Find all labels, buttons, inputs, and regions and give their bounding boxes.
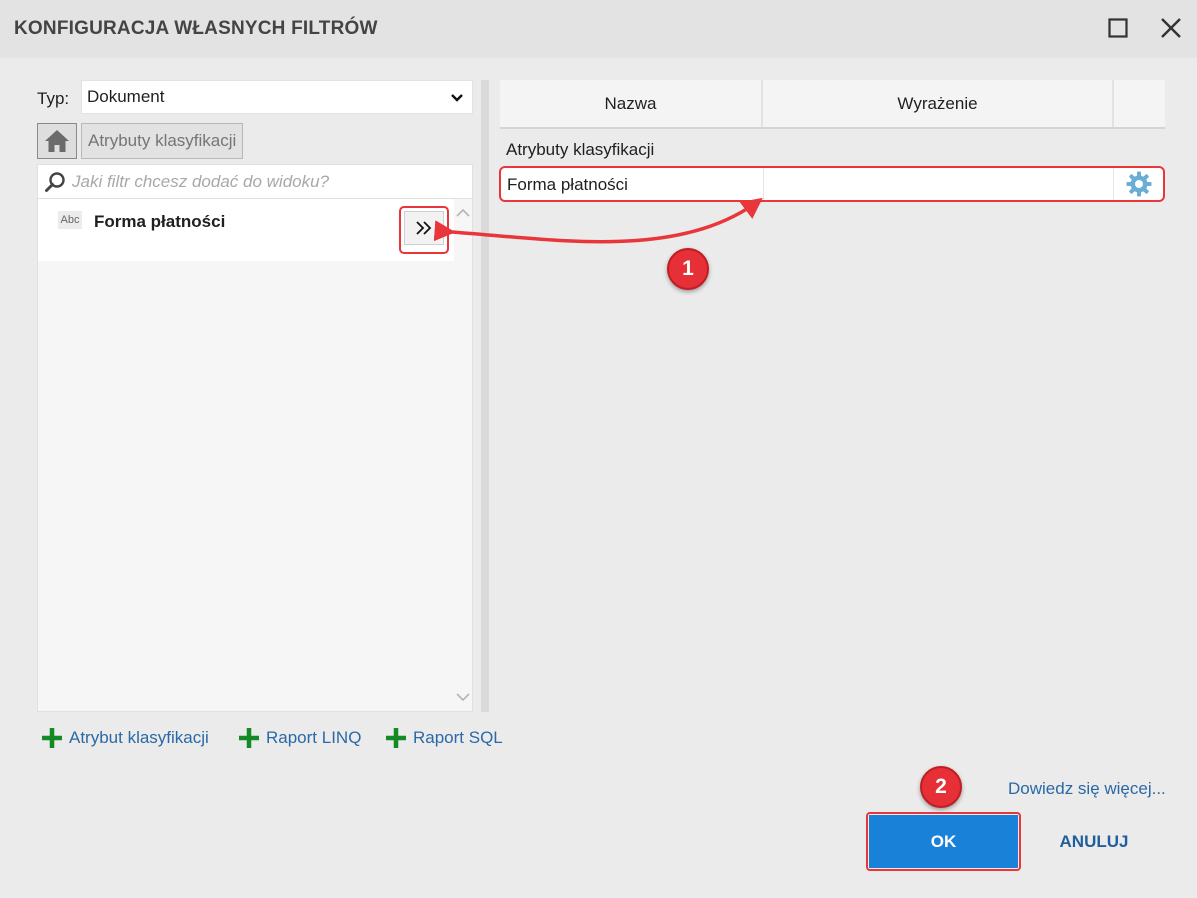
column-header-expression[interactable]: Wyrażenie — [763, 80, 1114, 127]
search-box[interactable] — [37, 164, 473, 199]
close-button[interactable] — [1155, 12, 1187, 44]
plus-icon — [238, 727, 260, 749]
cancel-button[interactable]: ANULUJ — [1040, 815, 1148, 868]
plus-icon — [385, 727, 407, 749]
type-label: Typ: — [37, 89, 70, 108]
learn-more-link[interactable]: Dowiedz się więcej... — [1008, 779, 1166, 799]
add-sql-report-link[interactable]: Raport SQL — [385, 726, 503, 750]
title-bar: KONFIGURACJA WŁASNYCH FILTRÓW — [0, 0, 1197, 58]
panel-splitter[interactable] — [481, 80, 489, 712]
chevron-down-icon — [451, 94, 463, 102]
window-title: KONFIGURACJA WŁASNYCH FILTRÓW — [14, 18, 378, 39]
scroll-up-button[interactable] — [455, 206, 471, 224]
add-linq-report-link[interactable]: Raport LINQ — [238, 726, 361, 750]
add-attribute-label: Atrybut klasyfikacji — [69, 728, 209, 747]
scroll-down-button[interactable] — [455, 690, 471, 708]
row-name-cell: Forma płatności — [507, 175, 628, 194]
annotation-badge: 2 — [920, 766, 962, 808]
add-sql-report-label: Raport SQL — [413, 728, 503, 747]
text-type-icon: Abc — [58, 211, 82, 229]
close-icon — [1161, 18, 1181, 38]
chevron-up-icon — [456, 208, 470, 217]
maximize-button[interactable] — [1102, 12, 1134, 44]
grid-group-label: Atrybuty klasyfikacji — [506, 140, 655, 159]
column-header-name[interactable]: Nazwa — [500, 80, 763, 127]
type-select-value: Dokument — [87, 87, 165, 106]
gear-icon — [1126, 171, 1152, 197]
list-item[interactable]: Abc Forma płatności — [38, 199, 454, 261]
list-item-label: Forma płatności — [94, 212, 226, 231]
table-row[interactable]: Forma płatności — [501, 168, 1163, 200]
chevron-down-icon — [456, 693, 470, 702]
plus-icon — [41, 727, 63, 749]
maximize-icon — [1108, 18, 1128, 38]
cell-divider — [763, 168, 764, 200]
breadcrumb-current[interactable]: Atrybuty klasyfikacji — [81, 123, 244, 159]
home-icon — [45, 130, 69, 152]
add-filter-button[interactable] — [404, 211, 444, 245]
double-chevron-right-icon — [416, 221, 432, 235]
search-icon — [44, 171, 66, 193]
grid-header: Nazwa Wyrażenie — [500, 80, 1165, 129]
add-attribute-link[interactable]: Atrybut klasyfikacji — [41, 726, 209, 750]
row-settings-button[interactable] — [1125, 170, 1153, 203]
ok-button[interactable]: OK — [869, 815, 1018, 868]
available-filters-list: Abc Forma płatności — [37, 199, 473, 712]
type-select[interactable]: Dokument — [81, 80, 473, 114]
annotation-badge: 1 — [667, 248, 709, 290]
add-linq-report-label: Raport LINQ — [266, 728, 362, 747]
column-header-actions — [1114, 80, 1165, 127]
search-input[interactable] — [72, 171, 452, 192]
cell-divider — [1113, 168, 1114, 200]
breadcrumb-home-button[interactable] — [37, 123, 77, 159]
